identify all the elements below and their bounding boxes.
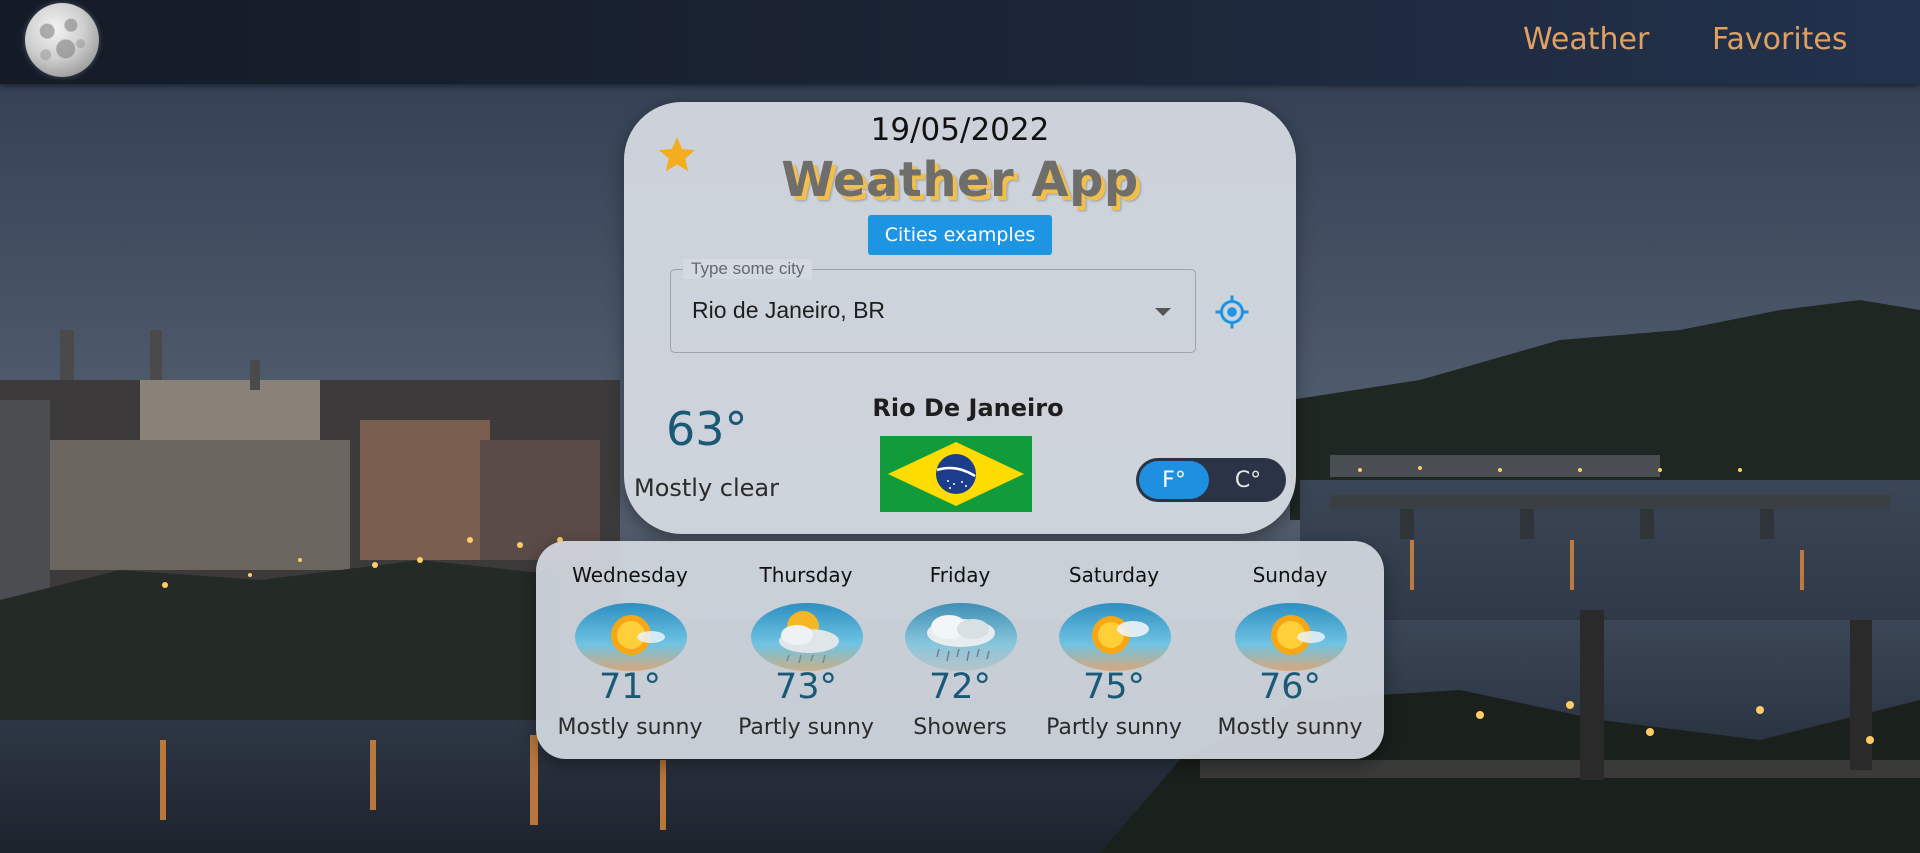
forecast-day-name: Wednesday — [572, 563, 688, 587]
app-title: Weather App — [781, 152, 1139, 208]
showers-icon — [905, 603, 1017, 671]
current-date: 19/05/2022 — [870, 112, 1050, 148]
forecast-condition: Mostly sunny — [1217, 715, 1363, 740]
city-search-value[interactable]: Rio de Janeiro, BR — [692, 297, 885, 324]
cities-examples-button[interactable]: Cities examples — [868, 215, 1052, 255]
forecast-day: Sunday 76° Mostly sunny — [1198, 541, 1382, 759]
temperature-unit-toggle: F° C° — [1136, 458, 1286, 502]
dropdown-caret-icon[interactable] — [1155, 308, 1171, 316]
celsius-button[interactable]: C° — [1214, 461, 1282, 499]
forecast-day-name: Saturday — [1068, 563, 1160, 587]
forecast-temp: 75° — [1082, 667, 1146, 707]
forecast-condition: Partly sunny — [1046, 715, 1182, 740]
forecast-day: Saturday 75° Partly sunny — [1022, 541, 1206, 759]
current-condition: Mostly clear — [634, 474, 780, 502]
forecast-day-name: Sunday — [1252, 563, 1328, 587]
city-name: Rio De Janeiro — [872, 394, 1064, 422]
my-location-icon[interactable] — [1214, 294, 1250, 330]
sun-rain-icon — [751, 603, 863, 671]
nav-link-favorites[interactable]: Favorites — [1712, 22, 1848, 57]
nav-link-weather[interactable]: Weather — [1523, 22, 1649, 57]
current-temperature: 63° — [666, 402, 748, 456]
fahrenheit-button[interactable]: F° — [1139, 461, 1209, 499]
sun-icon — [575, 603, 687, 671]
top-navbar: Weather Favorites — [0, 0, 1920, 84]
forecast-card: Wednesday 71° Mostly sunny Thursday 73° … — [536, 541, 1384, 759]
weather-card: 19/05/2022 Weather App Cities examples T… — [624, 102, 1296, 534]
sun-icon — [1235, 603, 1347, 671]
forecast-day: Wednesday 71° Mostly sunny — [538, 541, 722, 759]
city-search-label: Type some city — [683, 259, 813, 279]
partly-sunny-icon — [1059, 603, 1171, 671]
forecast-condition: Mostly sunny — [557, 715, 703, 740]
brazil-flag-icon — [880, 436, 1032, 512]
forecast-temp: 76° — [1258, 667, 1322, 707]
forecast-temp: 71° — [598, 667, 662, 707]
moon-logo-icon[interactable] — [25, 3, 99, 77]
city-search-input[interactable]: Type some city Rio de Janeiro, BR — [670, 259, 1196, 353]
